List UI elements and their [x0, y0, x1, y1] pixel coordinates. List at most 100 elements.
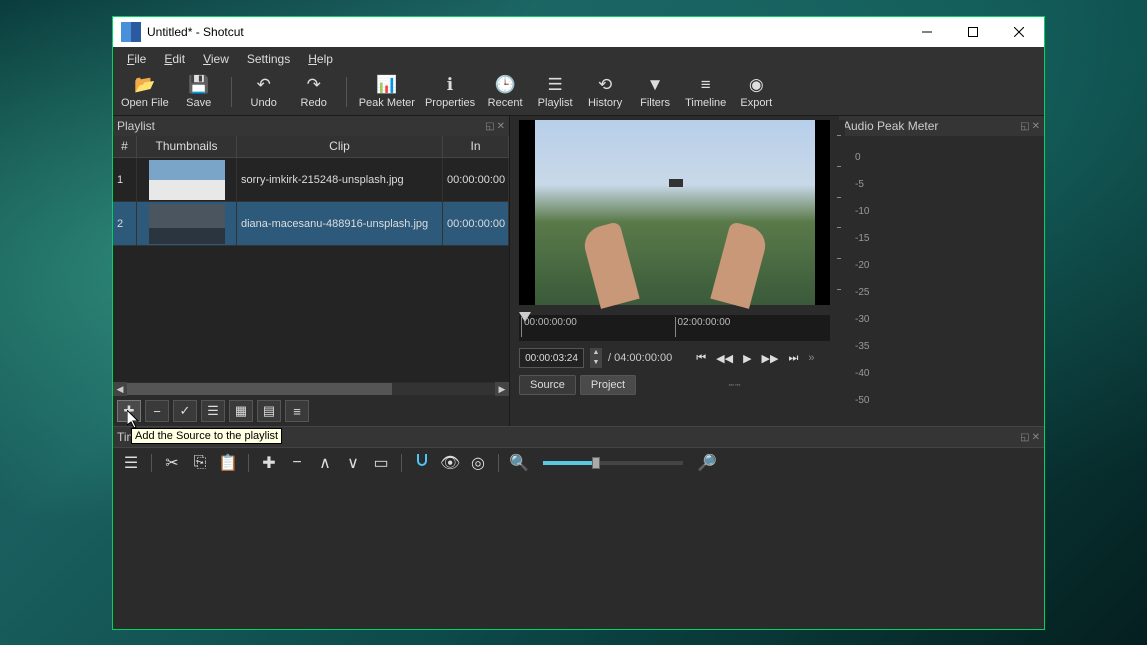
export-button[interactable]: ◉Export — [736, 75, 776, 109]
window-title: Untitled* - Shotcut — [147, 25, 904, 39]
scroll-thumb[interactable] — [127, 383, 392, 395]
col-clip[interactable]: Clip — [237, 136, 443, 157]
undo-button[interactable]: ↶Undo — [244, 75, 284, 109]
info-icon: ℹ — [447, 75, 453, 95]
skip-prev-button[interactable]: ⏮ — [696, 352, 706, 365]
main-toolbar: 📂Open File 💾Save ↶Undo ↷Redo 📊Peak Meter… — [113, 71, 1044, 116]
zoom-thumb[interactable] — [592, 457, 600, 469]
undock-icon[interactable]: ◱ — [485, 121, 494, 132]
close-panel-icon[interactable]: ✕ — [497, 121, 505, 132]
h-scrollbar[interactable]: ◀ ▶ — [113, 382, 509, 396]
tooltip: Add the Source to the playlist — [131, 428, 282, 444]
ripple-button[interactable]: ◎ — [468, 453, 488, 473]
scroll-right-icon[interactable]: ▶ — [495, 382, 509, 396]
rewind-button[interactable]: ◀◀ — [716, 352, 733, 365]
tab-project[interactable]: Project — [580, 375, 636, 395]
app-icon — [121, 22, 141, 42]
view-details-button[interactable]: ☰ — [201, 400, 225, 422]
zoom-slider[interactable] — [543, 461, 683, 465]
titlebar: Untitled* - Shotcut — [113, 17, 1044, 47]
video-preview[interactable] — [519, 120, 830, 305]
playlist-row[interactable]: 2 diana-macesanu-488916-unsplash.jpg 00:… — [113, 202, 509, 246]
scrub-button[interactable]: 👁 — [440, 453, 460, 473]
menu-view[interactable]: View — [195, 50, 237, 68]
redo-button[interactable]: ↷Redo — [294, 75, 334, 109]
timecode-input[interactable] — [519, 348, 584, 368]
undo-icon: ↶ — [257, 75, 271, 95]
meter-title: Audio Peak Meter — [843, 119, 938, 133]
maximize-button[interactable] — [950, 18, 996, 46]
history-icon: ⟲ — [598, 75, 612, 95]
menubar: File Edit View Settings Help — [113, 47, 1044, 71]
playlist-row[interactable]: 1 sorry-imkirk-215248-unsplash.jpg 00:00… — [113, 158, 509, 202]
timeline-panel: Tim ◱ ✕ ☰ ✂ ⎘ 📋 ✚ − ∧ ∨ ▭ 👁 ◎ 🔍 — [113, 426, 1044, 629]
undock-icon[interactable]: ◱ — [1020, 432, 1029, 443]
snap-button[interactable] — [412, 452, 432, 473]
append-button[interactable]: ✚ — [259, 453, 279, 473]
export-icon: ◉ — [749, 75, 764, 95]
view-list-button[interactable]: ≡ — [285, 400, 309, 422]
peak-meter-button[interactable]: 📊Peak Meter — [359, 75, 415, 109]
save-button[interactable]: 💾Save — [179, 75, 219, 109]
recent-button[interactable]: 🕒Recent — [485, 75, 525, 109]
remove-button[interactable]: − — [287, 454, 307, 472]
cut-button[interactable]: ✂ — [162, 453, 182, 473]
history-button[interactable]: ⟲History — [585, 75, 625, 109]
zoom-out-button[interactable]: 🔍 — [509, 453, 529, 473]
update-button[interactable]: ✓ — [173, 400, 197, 422]
close-panel-icon[interactable]: ✕ — [1032, 432, 1040, 443]
timeline-icon: ≡ — [701, 75, 711, 95]
col-thumb[interactable]: Thumbnails — [137, 136, 237, 157]
view-icons-button[interactable]: ▤ — [257, 400, 281, 422]
paste-button[interactable]: 📋 — [218, 453, 238, 473]
zoom-in-button[interactable]: 🔎 — [697, 453, 717, 473]
remove-button[interactable]: − — [145, 400, 169, 422]
menu-button[interactable]: ☰ — [121, 453, 141, 473]
preview-panel: 00:00:00:00 02:00:00:00 ▲▼ / 04:00:00:00… — [510, 116, 839, 426]
spin-down-icon[interactable]: ▼ — [590, 358, 602, 368]
folder-open-icon: 📂 — [134, 75, 155, 95]
properties-button[interactable]: ℹProperties — [425, 75, 475, 109]
timeline-track[interactable] — [113, 477, 1044, 629]
scroll-left-icon[interactable]: ◀ — [113, 382, 127, 396]
playlist-panel: Playlist ◱ ✕ # Thumbnails Clip In 1 sorr… — [113, 116, 510, 426]
skip-next-button[interactable]: ⏭ — [788, 352, 798, 365]
view-tiles-button[interactable]: ▦ — [229, 400, 253, 422]
play-button[interactable]: ▶ — [743, 352, 751, 365]
app-window: Untitled* - Shotcut File Edit View Setti… — [112, 16, 1045, 630]
spin-up-icon[interactable]: ▲ — [590, 348, 602, 358]
duration-label: / 04:00:00:00 — [608, 352, 672, 364]
timeline-button[interactable]: ≡Timeline — [685, 75, 726, 109]
playlist-title: Playlist — [117, 119, 155, 133]
lift-button[interactable]: ∧ — [315, 453, 335, 473]
tab-source[interactable]: Source — [519, 375, 576, 395]
menu-edit[interactable]: Edit — [156, 50, 193, 68]
menu-help[interactable]: Help — [300, 50, 341, 68]
audio-meter-panel: Audio Peak Meter ◱ ✕ 0 -5 -10 -15 -20 -2… — [839, 116, 1044, 426]
overwrite-button[interactable]: ∨ — [343, 453, 363, 473]
filters-button[interactable]: ▼Filters — [635, 75, 675, 109]
col-num[interactable]: # — [113, 136, 137, 157]
menu-file[interactable]: File — [119, 50, 154, 68]
split-button[interactable]: ▭ — [371, 453, 391, 473]
add-source-button[interactable]: ✚ — [117, 400, 141, 422]
close-panel-icon[interactable]: ✕ — [1032, 121, 1040, 132]
list-icon: ☰ — [547, 75, 562, 95]
redo-icon: ↷ — [307, 75, 321, 95]
open-file-button[interactable]: 📂Open File — [121, 75, 169, 109]
preview-ruler[interactable]: 00:00:00:00 02:00:00:00 — [519, 315, 830, 341]
col-in[interactable]: In — [443, 136, 509, 157]
menu-settings[interactable]: Settings — [239, 50, 298, 68]
drag-handle-icon[interactable]: ┅┅ — [640, 380, 830, 391]
playlist-button[interactable]: ☰Playlist — [535, 75, 575, 109]
funnel-icon: ▼ — [647, 75, 664, 95]
expand-icon[interactable]: » — [808, 352, 814, 365]
clock-icon: 🕒 — [495, 75, 516, 95]
thumbnail-icon — [149, 160, 225, 200]
fast-fwd-button[interactable]: ▶▶ — [762, 352, 779, 365]
close-button[interactable] — [996, 18, 1042, 46]
minimize-button[interactable] — [904, 18, 950, 46]
copy-button[interactable]: ⎘ — [190, 454, 210, 472]
undock-icon[interactable]: ◱ — [1020, 121, 1029, 132]
save-icon: 💾 — [188, 75, 209, 95]
